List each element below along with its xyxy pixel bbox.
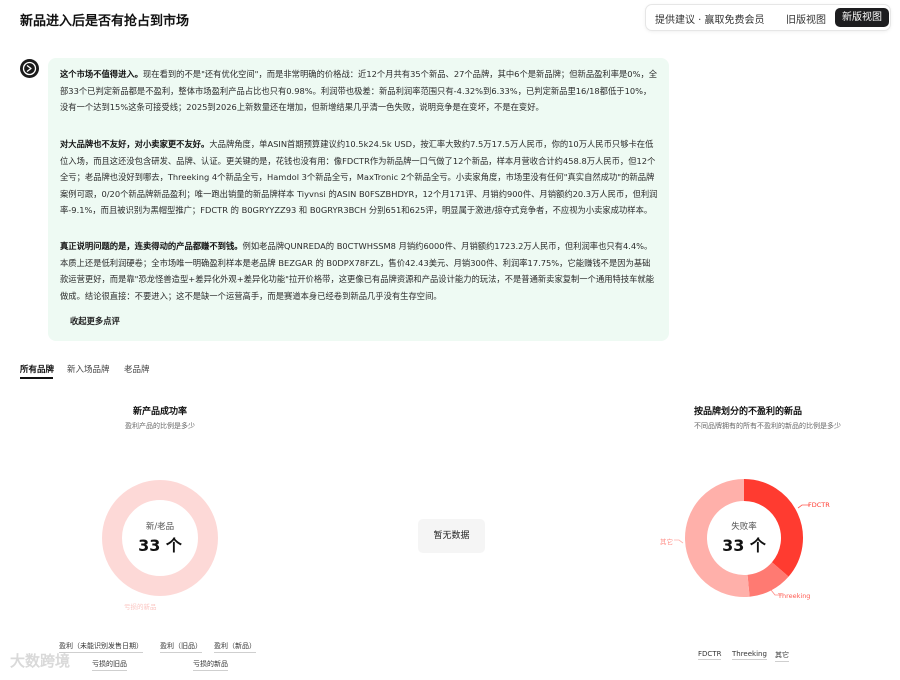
callout-fdctr: FDCTR	[808, 501, 830, 509]
watermark: 大数跨境	[10, 652, 71, 670]
old-view-button[interactable]: 旧版视图	[786, 11, 826, 26]
legend-profit-unknown-date[interactable]: 盈利（未能识别发售日期）	[59, 641, 143, 653]
comment-paragraph-3: 真正说明问题的是，连卖得动的产品都赚不到钱。例如老品牌QUNREDA的 B0CT…	[60, 238, 658, 304]
callout-threeking: Threeking	[778, 592, 811, 600]
ai-comment-card: 这个市场不值得进入。现在看到的不是"还有优化空间"，而是非常明确的价格战：近12…	[48, 58, 669, 341]
loss-new-callout: 亏损的新品	[124, 603, 157, 611]
legend-profit-new[interactable]: 盈利（新品）	[214, 641, 256, 653]
comment-p2-body: 大品牌角度，单ASIN首期预算建议约10.5k24.5k USD，按汇率大致约7…	[60, 139, 658, 215]
top-actions-bar: 提供建议 · 赢取免费会员 旧版视图 新版视图	[645, 4, 891, 31]
comment-p1-body: 现在看到的不是"还有优化空间"，而是非常明确的价格战：近12个月共有35个新品、…	[60, 69, 658, 112]
active-tab-underline	[20, 377, 53, 379]
new-view-button[interactable]: 新版视图	[835, 8, 889, 27]
legend-others[interactable]: 其它	[775, 650, 789, 662]
legend-fdctr[interactable]: FDCTR	[698, 650, 722, 660]
comment-p3-heading: 真正说明问题的是，连卖得动的产品都赚不到钱。	[60, 241, 243, 251]
comment-paragraph-2: 对大品牌也不友好，对小卖家更不友好。大品牌角度，单ASIN首期预算建议约10.5…	[60, 136, 658, 219]
legend-loss-old[interactable]: 亏损的旧品	[92, 659, 127, 671]
feedback-button[interactable]: 提供建议 · 赢取免费会员	[655, 11, 765, 26]
success-rate-title: 新产品成功率	[132, 407, 187, 417]
assistant-avatar	[20, 59, 39, 78]
success-rate-center-value: 33 个	[138, 536, 182, 555]
page-title: 新品进入后是否有抢占到市场	[20, 14, 190, 29]
tab-all-brands[interactable]: 所有品牌	[20, 363, 54, 375]
legend-threeking[interactable]: Threeking	[732, 650, 767, 660]
collapse-comments-button[interactable]: 收起更多点评	[70, 315, 120, 327]
legend-loss-new[interactable]: 亏损的新品	[193, 659, 228, 671]
success-rate-center-label: 新/老品	[145, 522, 175, 532]
unprofitable-by-brand-title: 按品牌划分的不盈利的新品	[694, 407, 803, 417]
legend-profit-old[interactable]: 盈利（旧品）	[160, 641, 202, 653]
comment-p2-heading: 对大品牌也不友好，对小卖家更不友好。	[60, 139, 210, 149]
comment-p1-heading: 这个市场不值得进入。	[60, 69, 143, 79]
tab-new-brands[interactable]: 新入场品牌	[67, 363, 110, 375]
callout-others: 其它	[660, 538, 673, 546]
no-data-placeholder: 暂无数据	[418, 519, 485, 553]
tab-old-brands[interactable]: 老品牌	[124, 363, 150, 375]
assistant-logo-icon	[22, 61, 37, 76]
comment-paragraph-1: 这个市场不值得进入。现在看到的不是"还有优化空间"，而是非常明确的价格战：近12…	[60, 66, 658, 116]
success-rate-subtitle: 盈利产品的比例是多少	[125, 422, 195, 430]
unprofitable-by-brand-subtitle: 不同品牌拥有的所有不盈利的新品的比例是多少	[694, 422, 841, 430]
